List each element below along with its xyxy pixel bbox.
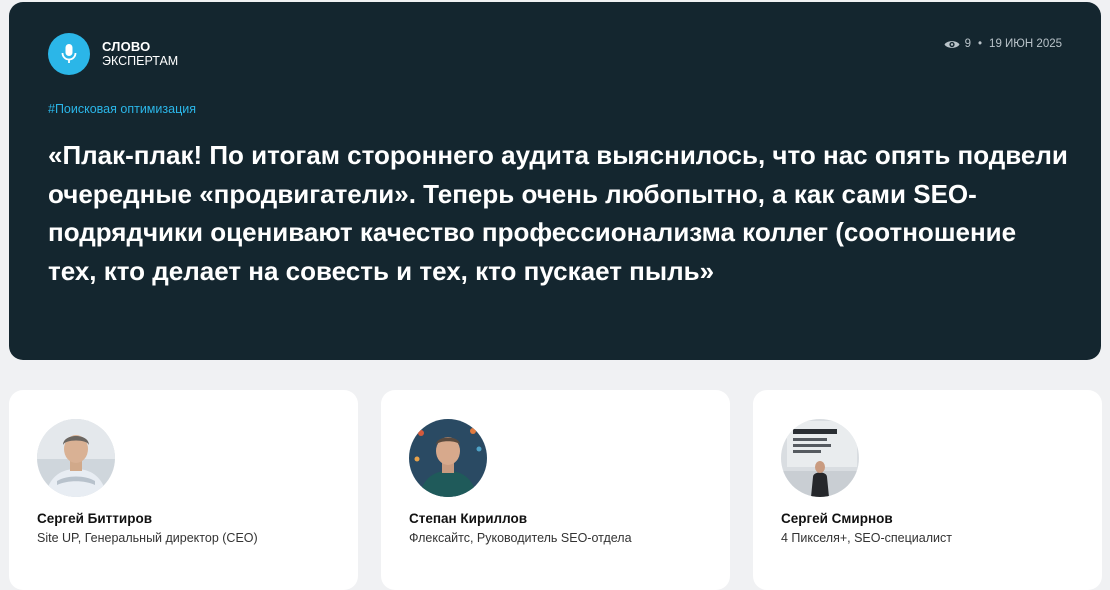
question-title: «Плак-плак! По итогам стороннего аудита … bbox=[48, 140, 1068, 286]
expert-card[interactable]: Сергей Биттиров Site UP, Генеральный дир… bbox=[9, 390, 358, 590]
expert-card[interactable]: Сергей Смирнов 4 Пикселя+, SEO-специалис… bbox=[753, 390, 1102, 590]
brand-logo[interactable]: СЛОВО ЭКСПЕРТАМ bbox=[48, 33, 178, 75]
microphone-icon bbox=[48, 33, 90, 75]
avatar[interactable] bbox=[37, 419, 115, 497]
expert-name[interactable]: Сергей Биттиров bbox=[37, 511, 152, 526]
expert-name[interactable]: Сергей Смирнов bbox=[781, 511, 893, 526]
post-date: 19 ИЮН 2025 bbox=[989, 38, 1062, 50]
question-hero: СЛОВО ЭКСПЕРТАМ 9 • 19 ИЮН 2025 #Поисков… bbox=[9, 2, 1101, 360]
view-count: 9 bbox=[964, 38, 972, 50]
expert-name[interactable]: Степан Кириллов bbox=[409, 511, 527, 526]
expert-role: Флексайтс, Руководитель SEO-отдела bbox=[409, 531, 632, 545]
brand-name-line1: СЛОВО bbox=[102, 39, 151, 54]
brand-name-line2: ЭКСПЕРТАМ bbox=[102, 54, 179, 68]
expert-card[interactable]: Степан Кириллов Флексайтс, Руководитель … bbox=[381, 390, 730, 590]
eye-icon bbox=[944, 39, 960, 50]
post-meta: 9 • 19 ИЮН 2025 bbox=[944, 38, 1062, 50]
expert-role: Site UP, Генеральный директор (CEO) bbox=[37, 531, 258, 545]
category-tag-link[interactable]: #Поисковая оптимизация bbox=[48, 102, 196, 116]
meta-separator: • bbox=[978, 38, 983, 50]
expert-role: 4 Пикселя+, SEO-специалист bbox=[781, 531, 952, 545]
avatar[interactable] bbox=[409, 419, 487, 497]
avatar[interactable] bbox=[781, 419, 859, 497]
